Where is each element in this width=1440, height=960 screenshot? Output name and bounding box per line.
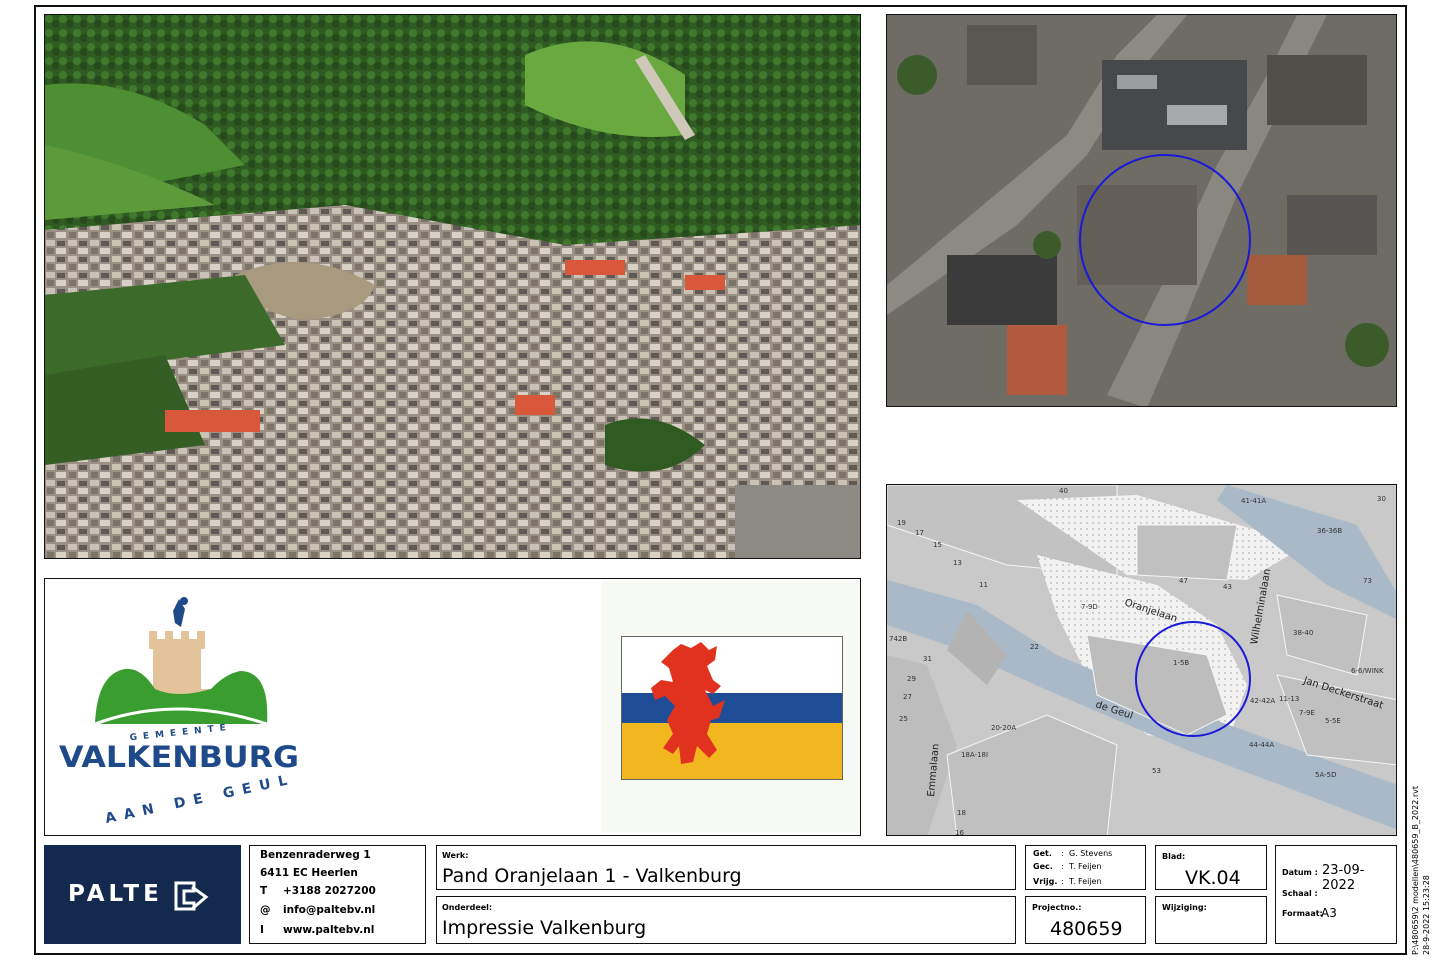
label-20-20a: 20-20A <box>991 724 1016 732</box>
palte-logo-box: PALTE <box>44 845 241 944</box>
label-13: 13 <box>953 559 962 567</box>
label-38-40: 38-40 <box>1293 629 1313 637</box>
logo-text-aan-de-geul: AAN DE GEUL <box>104 771 297 827</box>
date-scale-box: Datum : 23-09-2022 Schaal : Formaat: A3 <box>1275 845 1397 944</box>
label-40: 40 <box>1059 487 1068 495</box>
blad-label: Blad: <box>1162 852 1186 861</box>
get-label: Get. <box>1033 849 1052 858</box>
werk-label: Werk: <box>442 851 469 860</box>
label-11-13: 11-13 <box>1279 695 1299 703</box>
label-47: 47 <box>1179 577 1188 585</box>
get-value: G. Stevens <box>1069 849 1113 858</box>
label-29: 29 <box>907 675 916 683</box>
drawn-by-box: Get. : G. Stevens Gec. : T. Feijen Vrijg… <box>1025 845 1146 890</box>
schaal-label: Schaal : <box>1282 889 1318 898</box>
logo-text-valkenburg: VALKENBURG <box>59 740 299 774</box>
address-line-2: 6411 EC Heerlen <box>260 867 358 879</box>
datum-value: 23-09-2022 <box>1322 863 1365 893</box>
get-sep: : <box>1061 849 1064 858</box>
gec-value: T. Feijen <box>1069 862 1102 871</box>
blad-value: VK.04 <box>1185 867 1241 889</box>
label-18: 18 <box>957 809 966 817</box>
label-742b: 742B <box>889 635 907 643</box>
palte-logo: PALTE <box>68 881 163 907</box>
address-box: Benzenraderweg 1 6411 EC Heerlen T +3188… <box>249 845 426 944</box>
label-42-42a: 42-42A <box>1250 697 1275 705</box>
label-22: 22 <box>1030 643 1039 651</box>
aerial-photo <box>44 14 861 559</box>
blad-box: Blad: VK.04 <box>1155 845 1267 890</box>
logos-panel: GEMEENTE VALKENBURG AAN DE GEUL <box>44 578 861 836</box>
datum-label: Datum : <box>1282 868 1318 877</box>
wijziging-box: Wijziging: <box>1155 896 1267 944</box>
satellite-photo <box>886 14 1397 407</box>
onderdeel-value: Impressie Valkenburg <box>442 917 647 939</box>
label-30: 30 <box>1377 495 1386 503</box>
label-11: 11 <box>979 581 988 589</box>
web-address: www.paltebv.nl <box>283 924 375 936</box>
email-address: info@paltebv.nl <box>283 904 376 916</box>
label-19: 19 <box>897 519 906 527</box>
vrijg-sep: : <box>1061 877 1064 886</box>
label-44-44a: 44-44A <box>1249 741 1274 749</box>
aerial-photo-image <box>45 15 860 558</box>
file-path-text: P:\480659\2 modellen\480659_B_2022.rvt <box>1411 786 1420 955</box>
email-prefix: @ <box>260 904 271 916</box>
satellite-photo-image <box>887 15 1396 406</box>
vrijg-label: Vrijg. <box>1033 877 1058 886</box>
gec-sep: : <box>1061 862 1064 871</box>
label-31: 31 <box>923 655 932 663</box>
limburg-flag <box>621 636 843 780</box>
gec-label: Gec. <box>1033 862 1053 871</box>
municipality-logo: GEMEENTE VALKENBURG AAN DE GEUL <box>59 597 299 827</box>
phone-prefix: T <box>260 885 268 897</box>
wijziging-label: Wijziging: <box>1162 903 1207 912</box>
projectno-box: Projectno.: 480659 <box>1025 896 1146 944</box>
label-5a-5d: 5A-5D <box>1315 771 1336 779</box>
label-53: 53 <box>1152 767 1161 775</box>
werk-value: Pand Oranjelaan 1 - Valkenburg <box>442 865 742 887</box>
label-73: 73 <box>1363 577 1372 585</box>
label-17: 17 <box>915 529 924 537</box>
label-15: 15 <box>933 541 942 549</box>
label-43: 43 <box>1223 583 1232 591</box>
label-7-9d: 7-9D <box>1081 603 1098 611</box>
web-prefix: I <box>260 924 264 936</box>
formaat-label: Formaat: <box>1282 909 1323 918</box>
onderdeel-box: Onderdeel: Impressie Valkenburg <box>436 896 1016 944</box>
projectno-value: 480659 <box>1050 918 1123 940</box>
formaat-value: A3 <box>1321 906 1337 920</box>
label-41-41a: 41-41A <box>1241 497 1266 505</box>
onderdeel-label: Onderdeel: <box>442 903 493 912</box>
label-1-5b: 1-5B <box>1173 659 1189 667</box>
cadastral-map-image: Oranjelaan Wilhelminalaan Jan Deckerstra… <box>887 485 1396 836</box>
label-7-9e: 7-9E <box>1299 709 1315 717</box>
projectno-label: Projectno.: <box>1032 903 1082 912</box>
label-27: 27 <box>903 693 912 701</box>
address-line-1: Benzenraderweg 1 <box>260 849 371 861</box>
label-25: 25 <box>899 715 908 723</box>
vrijg-value: T. Feijen <box>1069 877 1102 886</box>
label-6-6winkel: 6-6/WINK <box>1351 667 1384 675</box>
cadastral-map: Oranjelaan Wilhelminalaan Jan Deckerstra… <box>886 484 1397 836</box>
werk-box: Werk: Pand Oranjelaan 1 - Valkenburg <box>436 845 1016 890</box>
label-16: 16 <box>955 829 964 836</box>
timestamp-text: 28-9-2022 15:23:28 <box>1422 875 1431 955</box>
palte-mark-icon <box>174 881 209 911</box>
phone-number: +3188 2027200 <box>283 885 376 897</box>
label-18a-18i: 18A-18I <box>961 751 988 759</box>
label-36-36b: 36-36B <box>1317 527 1342 535</box>
label-5-5e: 5-5E <box>1325 717 1341 725</box>
